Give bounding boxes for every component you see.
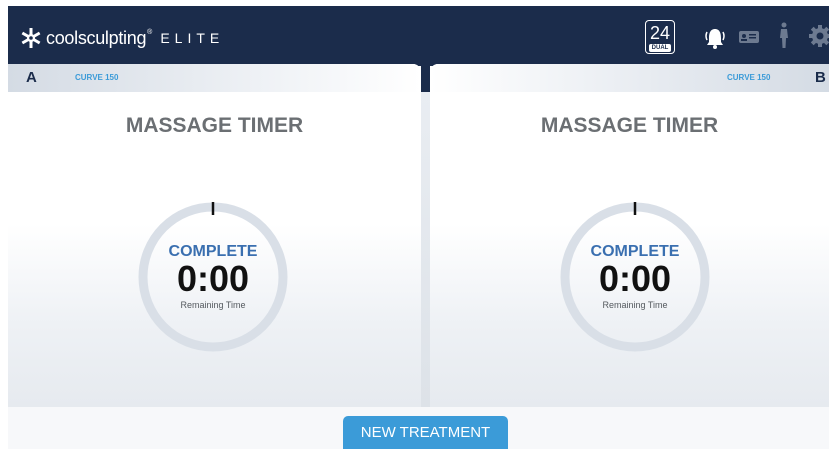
session-number: 24 [649,23,671,43]
panel-divider-top [421,64,430,92]
product-name: ELITE [160,30,225,46]
brand-registered-mark: ® [147,29,153,36]
timer-label-b: Remaining Time [602,300,668,310]
panel-b-header: CURVE 150 B [430,64,829,92]
timer-label-a: Remaining Time [180,300,246,310]
id-card-icon[interactable] [738,29,760,45]
timer-value-b: 0:00 [598,258,672,299]
applicator-label-a: CURVE 150 [75,73,119,82]
panel-divider [421,92,430,407]
side-label-a: A [26,69,37,86]
new-treatment-button[interactable]: NEW TREATMENT [343,416,508,449]
body-figure-icon[interactable] [778,22,790,50]
panel-a-header: A CURVE 150 [8,64,421,92]
panel-side-b: CURVE 150 B MASSAGE TIMER COMPLETE 0:00 … [430,64,829,407]
timer-dial-a: COMPLETE 0:00 Remaining Time [138,202,288,352]
session-indicator[interactable]: 24 DUAL [645,20,675,54]
alarm-bell-icon[interactable] [704,26,726,50]
session-mode: DUAL [649,44,671,52]
top-bar: coolsculpting ® ELITE 24 DUAL [8,6,829,66]
panel-side-a: A CURVE 150 MASSAGE TIMER COMPLETE 0:00 … [8,64,421,407]
side-label-b: B [815,69,826,86]
timer-dial-b: COMPLETE 0:00 Remaining Time [560,202,710,352]
snowflake-logo-icon [21,28,41,48]
brand-name: coolsculpting [46,27,147,48]
applicator-label-b: CURVE 150 [727,73,771,82]
massage-timer-title-b: MASSAGE TIMER [540,114,719,137]
massage-timer-title-a: MASSAGE TIMER [125,114,304,137]
timer-value-a: 0:00 [176,258,250,299]
brand-logo: coolsculpting ® ELITE [20,26,224,50]
gear-icon[interactable] [808,24,829,48]
